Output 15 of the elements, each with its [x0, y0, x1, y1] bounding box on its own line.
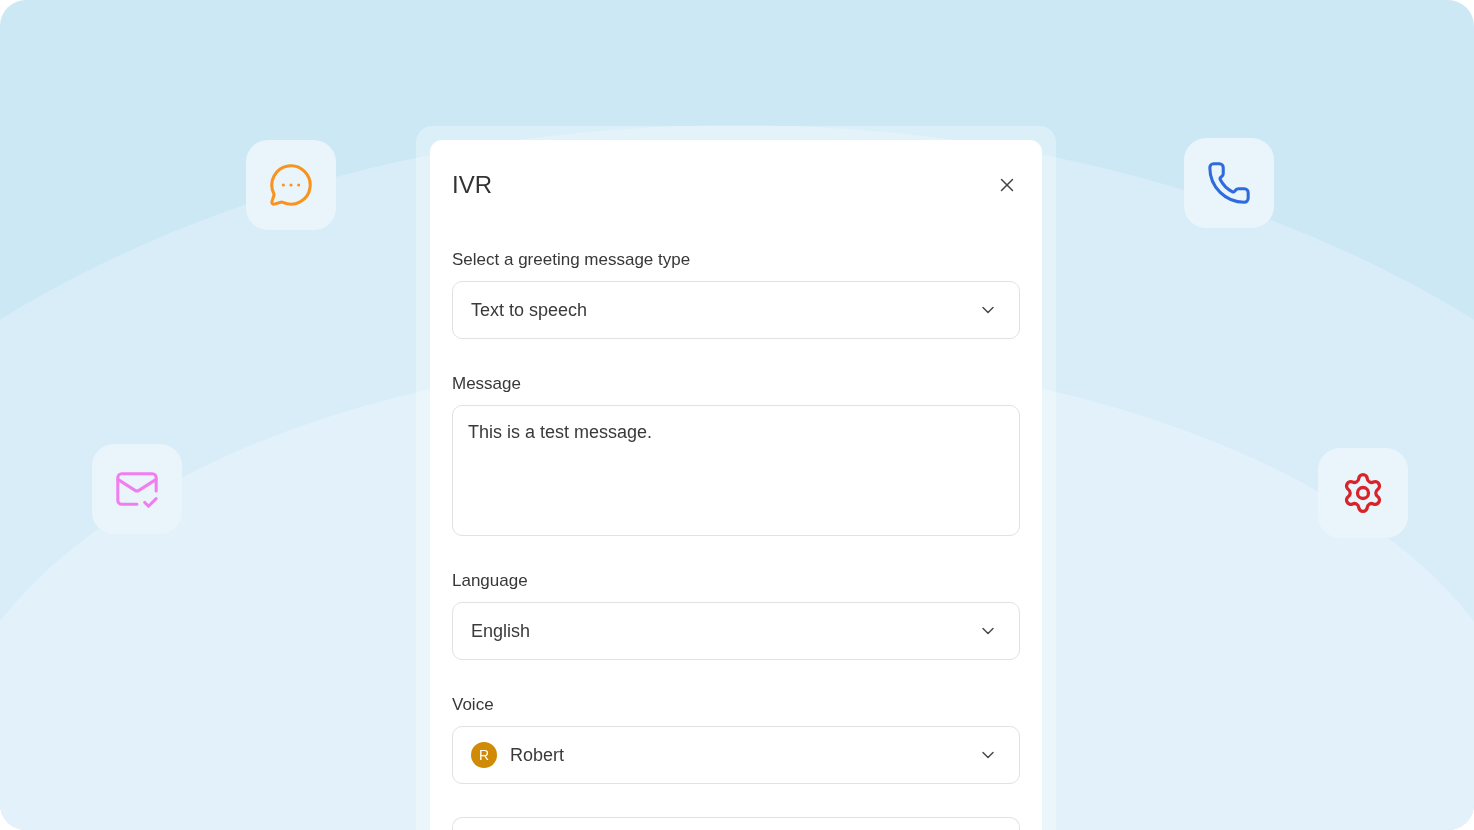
- field-label: Voice: [452, 694, 495, 716]
- gear-icon: [1318, 448, 1408, 538]
- text-area[interactable]: This is a test message.: [452, 405, 1020, 536]
- select-field[interactable]: Text to speech: [452, 281, 1020, 339]
- chat-bubble-icon: [246, 140, 336, 230]
- mail-check-icon: [92, 444, 182, 534]
- input-field[interactable]: [452, 817, 1020, 830]
- avatar: R: [471, 742, 497, 768]
- select-field[interactable]: English: [452, 602, 1020, 660]
- field-label: Message: [452, 373, 522, 395]
- dialog-title: IVR: [452, 170, 492, 200]
- phone-icon: [1184, 138, 1274, 228]
- field-label: Select a greeting message type: [452, 249, 692, 271]
- field-label: Language: [452, 570, 529, 592]
- select-field[interactable]: R Robert: [452, 726, 1020, 784]
